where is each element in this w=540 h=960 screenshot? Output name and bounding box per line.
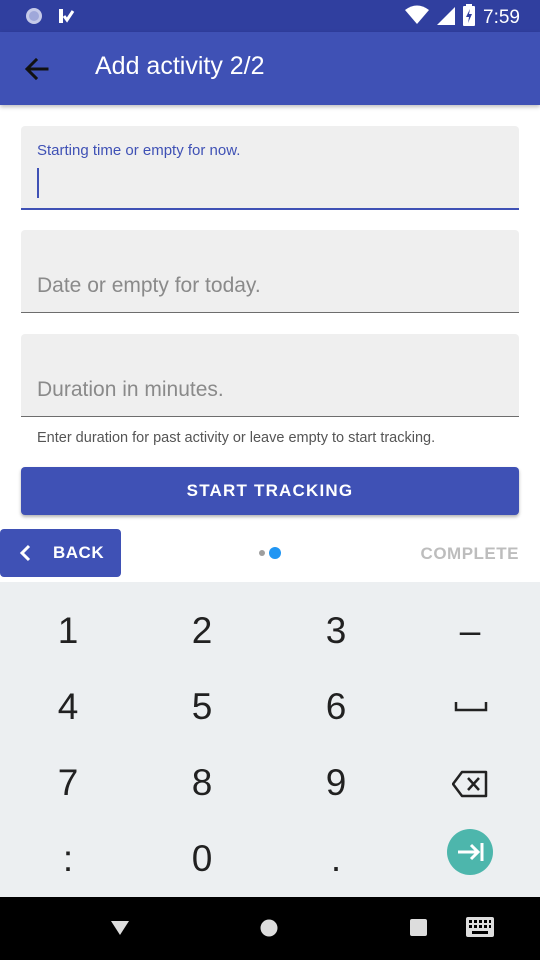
back-button-label: BACK [53,543,105,562]
key-8[interactable]: 8 [152,753,252,813]
tasks-notification-icon [56,6,76,31]
key-0[interactable]: 0 [152,829,252,889]
nav-recents-icon[interactable] [410,919,427,941]
app-bar: Add activity 2/2 [0,32,540,105]
status-bar: 7:59 [0,0,540,32]
backspace-icon[interactable] [451,770,488,803]
duration-placeholder: Duration in minutes. [37,378,224,401]
helper-text: Enter duration for past activity or leav… [37,430,436,446]
key-5[interactable]: 5 [152,677,252,737]
tab-next-icon [458,843,484,861]
key-period[interactable]: . [286,829,386,889]
key-4[interactable]: 4 [18,677,118,737]
key-7[interactable]: 7 [18,753,118,813]
battery-charging-icon [463,4,476,31]
key-6[interactable]: 6 [286,677,386,737]
back-arrow-icon[interactable] [22,54,52,84]
duration-field[interactable]: Duration in minutes. [21,334,519,417]
page-dot-active [269,547,281,559]
status-time: 7:59 [483,6,520,28]
nav-home-icon[interactable] [260,919,278,942]
next-field-key[interactable] [447,829,493,875]
wifi-icon [405,5,430,30]
start-time-label: Starting time or empty for now. [37,142,241,159]
keyboard-switch-icon[interactable] [466,917,494,942]
page-dot [259,550,265,556]
page-indicator [259,547,281,559]
key-9[interactable]: 9 [286,753,386,813]
start-tracking-button[interactable]: START TRACKING [21,467,519,515]
nav-back-icon[interactable] [110,919,130,942]
space-key-icon[interactable] [454,700,488,719]
key-minus[interactable]: – [420,601,520,661]
page-title: Add activity 2/2 [95,52,265,80]
back-button[interactable]: BACK [0,529,121,577]
date-placeholder: Date or empty for today. [37,274,261,297]
complete-button[interactable]: COMPLETE [421,544,519,564]
key-colon[interactable]: : [18,829,118,889]
numeric-keyboard: 1 2 3 – 4 5 6 7 8 9 : 0 . [0,582,540,897]
chevron-left-icon [18,543,34,568]
date-field[interactable]: Date or empty for today. [21,230,519,313]
wizard-nav: BACK COMPLETE [0,522,540,582]
key-3[interactable]: 3 [286,601,386,661]
app-notification-icon [24,6,44,31]
text-cursor [37,168,39,198]
key-2[interactable]: 2 [152,601,252,661]
start-time-field[interactable]: Starting time or empty for now. [21,126,519,210]
key-1[interactable]: 1 [18,601,118,661]
cell-signal-icon [437,5,456,30]
system-nav-bar [0,897,540,960]
